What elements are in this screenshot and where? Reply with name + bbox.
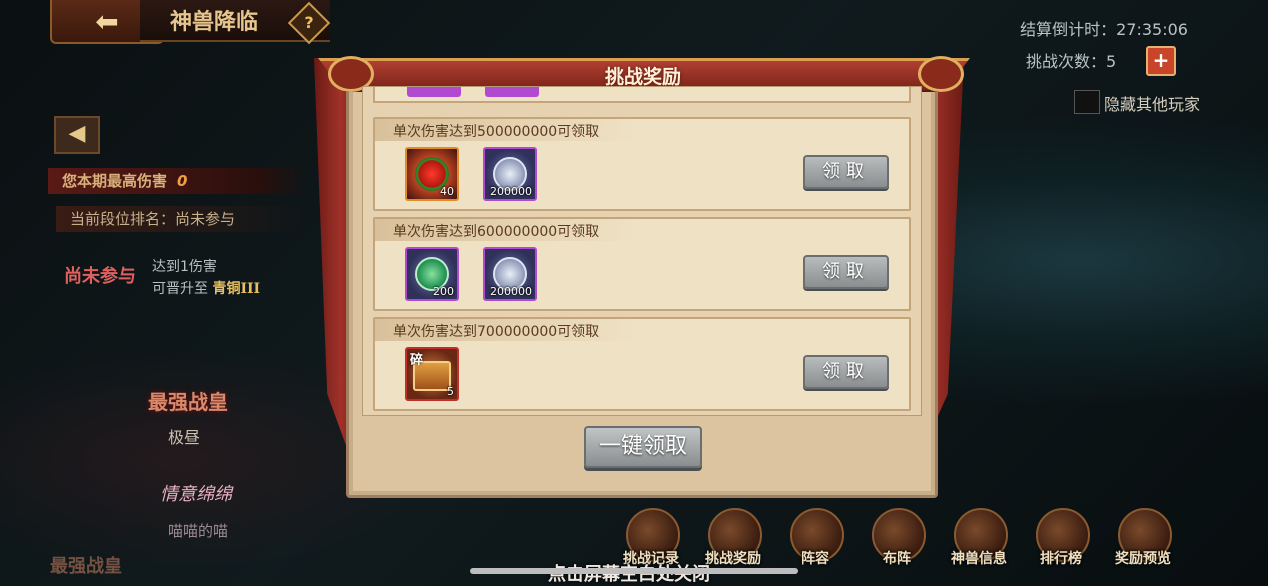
rank-label: 当前段位排名： [70,210,176,228]
item-count: 200000 [490,285,532,298]
nav-label: 布阵 [883,551,911,567]
challenge-count: 挑战次数：5 [1026,52,1117,71]
strongest-title-2: 最强战皇 [50,556,122,577]
plus-icon: + [1152,48,1170,72]
claim-button[interactable]: 领取 [803,255,889,289]
hide-players-checkbox[interactable] [1074,90,1100,114]
max-damage-label: 您本期最高伤害 [62,172,168,190]
item-count: 200 [433,285,454,298]
reward-row: 单次伤害达到500000000可领取 40 200000 领取 [373,117,911,211]
collapse-panel-button[interactable]: ◀ [54,116,100,154]
page-title: 神兽降临 [170,9,259,35]
nav-item[interactable]: 排行榜 [1020,506,1102,580]
nav-label: 奖励预览 [1115,551,1171,567]
reward-condition: 单次伤害达到500000000可领取 [393,124,600,140]
add-challenge-button[interactable]: + [1146,46,1176,76]
reward-item[interactable]: 200 [405,247,459,301]
rank-row: 当前段位排名：尚未参与 [56,206,306,232]
claim-button[interactable]: 领取 [803,355,889,389]
promotion-line1: 达到1伤害 [152,259,217,275]
modal-title: 挑战奖励 [604,66,681,88]
max-damage-value: 0 [177,172,188,190]
player-name[interactable]: 极昼 [168,424,200,448]
hide-players-label[interactable]: 隐藏其他玩家 [1104,91,1200,115]
nav-item[interactable]: 奖励预览 [1102,506,1184,580]
reward-row: 单次伤害达到600000000可领取 200 200000 领取 [373,217,911,311]
player-tag: 情意绵绵 [160,484,232,505]
reward-list[interactable]: 单次伤害达到500000000可领取 40 200000 领取 单次伤害达到600000… [362,86,922,416]
item-count: 40 [440,185,454,198]
ornament-right [918,56,964,92]
rank-value: 尚未参与 [175,210,236,228]
settlement-countdown: 结算倒计时：27:35:06 [1020,20,1188,39]
fragment-badge: 碎 [410,353,424,368]
nav-label: 阵容 [801,551,829,567]
reward-condition: 单次伤害达到700000000可领取 [393,324,600,340]
tier-status: 尚未参与 [64,266,136,287]
item-count: 5 [447,385,454,398]
claim-button[interactable]: 领取 [803,155,889,189]
max-damage-row: 您本期最高伤害 0 [48,168,308,194]
nav-item[interactable]: 神兽信息 [938,506,1020,580]
item-count: 200000 [490,185,532,198]
back-arrow-icon: ⬅ [95,4,119,38]
reward-item[interactable]: 40 [405,147,459,201]
promotion-info: 达到1伤害 可晋升至 青铜III [152,256,260,300]
nav-item[interactable]: 布阵 [856,506,938,580]
player-name-2[interactable]: 喵喵的喵 [168,520,228,541]
strongest-title: 最强战皇 [148,390,228,414]
reward-condition: 单次伤害达到600000000可领取 [393,224,600,240]
nav-label: 神兽信息 [951,551,1007,567]
promotion-tier: 青铜III [212,281,261,297]
reward-item[interactable]: 200000 [483,147,537,201]
reward-row: 单次伤害达到700000000可领取碎 5 领取 [373,317,911,411]
collapse-arrow-icon: ◀ [68,121,86,146]
home-indicator[interactable] [470,568,798,574]
nav-label: 排行榜 [1040,551,1082,567]
claim-all-button[interactable]: 一键领取 [584,426,702,468]
reward-item[interactable]: 碎5 [405,347,459,401]
reward-item[interactable]: 200000 [483,247,537,301]
reward-item-partial [407,87,461,97]
reward-row-partial [373,87,911,103]
promotion-line2: 可晋升至 [152,281,208,297]
reward-item-partial [485,87,539,97]
help-icon: ? [304,13,314,32]
